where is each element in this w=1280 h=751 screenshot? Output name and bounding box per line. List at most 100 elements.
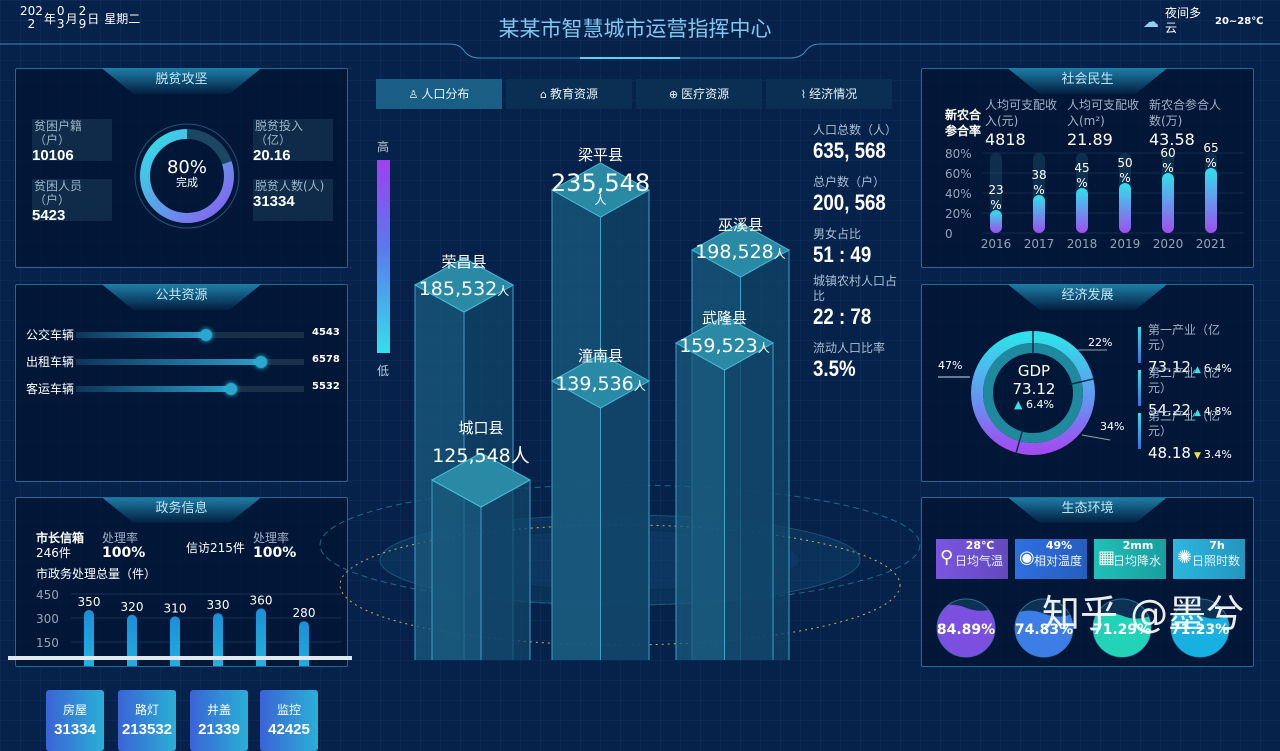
watermark: 知乎 @墨兮: [1042, 592, 1245, 636]
industry-change: 3.4%: [1203, 448, 1232, 461]
building-right-face: [600, 380, 650, 660]
rain-gauge-icon: ▦: [1098, 547, 1116, 568]
x-tick: 2017: [1024, 237, 1055, 251]
bar-value-label: 45%: [1074, 161, 1089, 190]
industry-row: 48.18 ▼ 3.4%: [1148, 443, 1232, 462]
bar-value-label: 60%: [1160, 146, 1175, 175]
eco-card-3[interactable]: ✺ 7h 日照时数: [1173, 539, 1245, 579]
eco-card-0[interactable]: ⚲ 28℃ 日均气温: [936, 539, 1008, 579]
sun-icon: ✺: [1177, 547, 1193, 568]
building-4[interactable]: [550, 353, 651, 660]
x-tick: 2016: [981, 237, 1012, 251]
slice-label: 34%: [1100, 420, 1124, 433]
stat-value: 200, 568: [813, 190, 886, 215]
metric-value: 4818: [985, 130, 1026, 149]
metric-label: 新农合参合人数(万): [1149, 98, 1222, 128]
building-5[interactable]: [430, 452, 532, 660]
x-tick: 2019: [1110, 237, 1141, 251]
industry-bar: [1138, 327, 1141, 363]
eco-card-1[interactable]: ◉ 49% 相对温度: [1015, 539, 1087, 579]
y-tick: 20%: [945, 207, 972, 221]
building-left-face: [551, 380, 601, 660]
water-drop-icon: ◉: [1019, 547, 1035, 568]
stat-label: 人口总数（人）: [813, 123, 898, 137]
y-tick: 60%: [945, 167, 972, 181]
down-arrow-icon: ▼: [1193, 451, 1201, 461]
building-left-face: [431, 479, 482, 660]
gdp-change: 6.4%: [1026, 398, 1054, 411]
card-surveillance[interactable]: 监控 42425: [260, 690, 318, 751]
stat-label: 总户数（户）: [813, 175, 886, 189]
label: 路灯: [134, 703, 159, 717]
social-panel: 社会民生 新农合参合率 80% 60% 40% 20% 0 23% 2016 38% 2017 4…: [921, 68, 1254, 268]
population-stat: 人口总数（人） 635, 568: [813, 123, 908, 164]
card-housing[interactable]: 房屋 31334: [46, 690, 104, 751]
up-arrow-icon: ▲: [1014, 398, 1023, 411]
district-unit: 人: [594, 193, 606, 207]
bar-value-label: 38%: [1031, 168, 1046, 197]
bar: [1033, 195, 1045, 233]
bar: [1076, 188, 1088, 233]
value: 42425: [268, 721, 310, 738]
building-right-face: [480, 479, 531, 660]
district-name: 荣昌县: [441, 253, 486, 271]
ecology-panel: 生态环境 84.89% 74.83% 71.29% 71.23% ⚲ 28℃ 日均气温 ◉ 4…: [921, 497, 1254, 667]
slice-label: 22%: [1088, 336, 1112, 349]
label: 井盖: [206, 703, 231, 717]
stat-value: 51 : 49: [813, 242, 872, 267]
industry-label: 第三产业（亿元）: [1148, 409, 1221, 438]
thermometer-icon: ⚲: [940, 547, 954, 568]
stat-value: 3.5%: [813, 356, 856, 381]
value: 31334: [54, 721, 96, 738]
district-value: 159,523人: [679, 335, 770, 357]
bar: [990, 210, 1002, 233]
district-name: 巫溪县: [718, 216, 763, 234]
stat-label: 城镇农村人口占比: [813, 274, 898, 303]
label: 监控: [276, 703, 301, 717]
district-value: 198,528人: [695, 241, 786, 263]
x-tick: 2018: [1067, 237, 1098, 251]
value: 21339: [198, 721, 240, 738]
card-streetlights[interactable]: 路灯 213532: [118, 690, 176, 751]
metric-label: 人均可支配收入(m²): [1067, 98, 1140, 128]
stat-value: 635, 568: [813, 138, 886, 163]
card-manholes[interactable]: 井盖 21339: [190, 690, 248, 751]
gdp-label: GDP: [1017, 362, 1051, 380]
eco-card-2[interactable]: ▦ 2mm 日均降水: [1094, 539, 1166, 579]
industry-bar: [1138, 370, 1141, 406]
value: 213532: [121, 721, 173, 738]
district-value: 125,548人: [432, 445, 530, 467]
industry-label: 第一产业（亿元）: [1148, 323, 1221, 352]
population-stat: 城镇农村人口占比 22 : 78: [813, 274, 908, 330]
gdp-value: 73.12: [1012, 380, 1056, 398]
district-name: 梁平县: [578, 146, 623, 164]
building-3[interactable]: [674, 315, 775, 660]
slice-label: 47%: [938, 359, 962, 372]
industry-label: 第二产业（亿元）: [1148, 366, 1221, 395]
population-stat: 总户数（户） 200, 568: [813, 175, 908, 216]
bar: [1119, 183, 1131, 233]
y-tick: 40%: [945, 187, 972, 201]
y-tick: 80%: [945, 147, 972, 161]
building-left-face: [675, 342, 725, 660]
population-stat: 流动人口比率 3.5%: [813, 341, 908, 382]
stat-label: 男女占比: [813, 227, 862, 241]
district-value: 185,532人: [419, 278, 510, 300]
district-name: 城口县: [458, 419, 503, 437]
district-name: 武隆县: [702, 309, 747, 327]
y-tick: 0: [945, 227, 953, 241]
stat-label: 流动人口比率: [813, 341, 886, 355]
bar-value-label: 23%: [988, 183, 1003, 212]
economy-panel: 经济发展 22% 34% 47% GDP 73.12 ▲ 6.4% 第一产业（亿元）…: [921, 284, 1254, 482]
district-value: 139,536人: [555, 373, 646, 395]
population-stat: 男女占比 51 : 49: [813, 227, 908, 268]
bar: [1162, 173, 1174, 233]
metric-value: 21.89: [1067, 130, 1113, 149]
x-tick: 2020: [1153, 237, 1184, 251]
industry-bar: [1138, 413, 1141, 449]
metric-label: 人均可支配收入(元): [985, 98, 1058, 128]
leader-line: [1081, 434, 1111, 441]
building-right-face: [724, 342, 774, 660]
gauge-value: 84.89%: [937, 622, 995, 638]
bar: [1205, 168, 1217, 233]
